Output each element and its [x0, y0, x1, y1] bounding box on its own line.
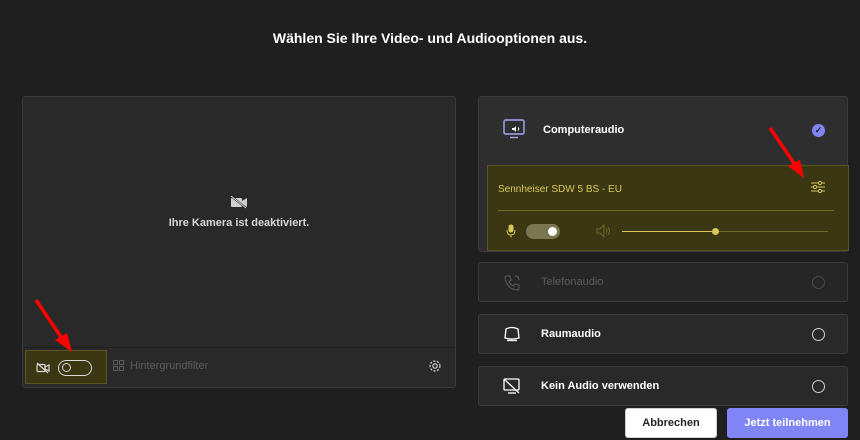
audio-option-phone[interactable]: Telefonaudio: [478, 262, 848, 302]
monitor-speaker-icon: [503, 119, 525, 139]
video-off-icon: [36, 362, 50, 374]
speaker-icon: [596, 224, 610, 238]
camera-status-text: Ihre Kamera ist deaktiviert.: [168, 217, 310, 229]
audio-option-none[interactable]: Kein Audio verwenden: [478, 366, 848, 406]
room-device-icon: [504, 326, 520, 342]
no-audio-icon: [503, 378, 520, 394]
radio-button[interactable]: [812, 380, 825, 393]
device-divider: [498, 210, 834, 211]
volume-slider-thumb[interactable]: [712, 228, 719, 235]
cancel-button[interactable]: Abbrechen: [625, 408, 717, 438]
camera-toggle-area: [25, 350, 107, 384]
no-audio-label: Kein Audio verwenden: [541, 380, 660, 392]
toggle-knob: [548, 227, 557, 236]
gear-icon[interactable]: [427, 358, 443, 374]
microphone-toggle[interactable]: [526, 224, 560, 239]
camera-toggle[interactable]: [58, 360, 92, 376]
video-toolbar: Hintergrundfilter: [23, 347, 455, 387]
camera-off-icon: [230, 195, 247, 209]
audio-device-name[interactable]: Sennheiser SDW 5 BS - EU: [498, 184, 622, 195]
phone-icon: [504, 275, 520, 291]
selected-check-icon: ✓: [812, 124, 825, 137]
annotation-arrow-camera: [34, 299, 72, 352]
radio-button[interactable]: [812, 276, 825, 289]
phone-audio-label: Telefonaudio: [541, 276, 604, 288]
room-audio-label: Raumaudio: [541, 328, 601, 340]
computer-audio-label: Computeraudio: [543, 124, 625, 136]
sliders-icon[interactable]: [810, 180, 826, 194]
background-filter-icon: [113, 360, 124, 371]
camera-off-message: Ihre Kamera ist deaktiviert.: [23, 195, 455, 229]
background-filter-label: Hintergrundfilter: [130, 360, 209, 372]
annotation-arrow-settings: [768, 127, 804, 178]
join-now-button[interactable]: Jetzt teilnehmen: [727, 408, 848, 438]
audio-option-room[interactable]: Raumaudio: [478, 314, 848, 354]
page-title: Wählen Sie Ihre Video- und Audiooptionen…: [272, 30, 588, 46]
toggle-knob: [62, 363, 71, 372]
background-filter-button: Hintergrundfilter: [113, 360, 208, 372]
video-preview-panel: Ihre Kamera ist deaktiviert. Hintergrund…: [22, 96, 456, 388]
radio-button[interactable]: [812, 328, 825, 341]
microphone-icon: [506, 224, 516, 238]
volume-fill: [622, 231, 715, 232]
